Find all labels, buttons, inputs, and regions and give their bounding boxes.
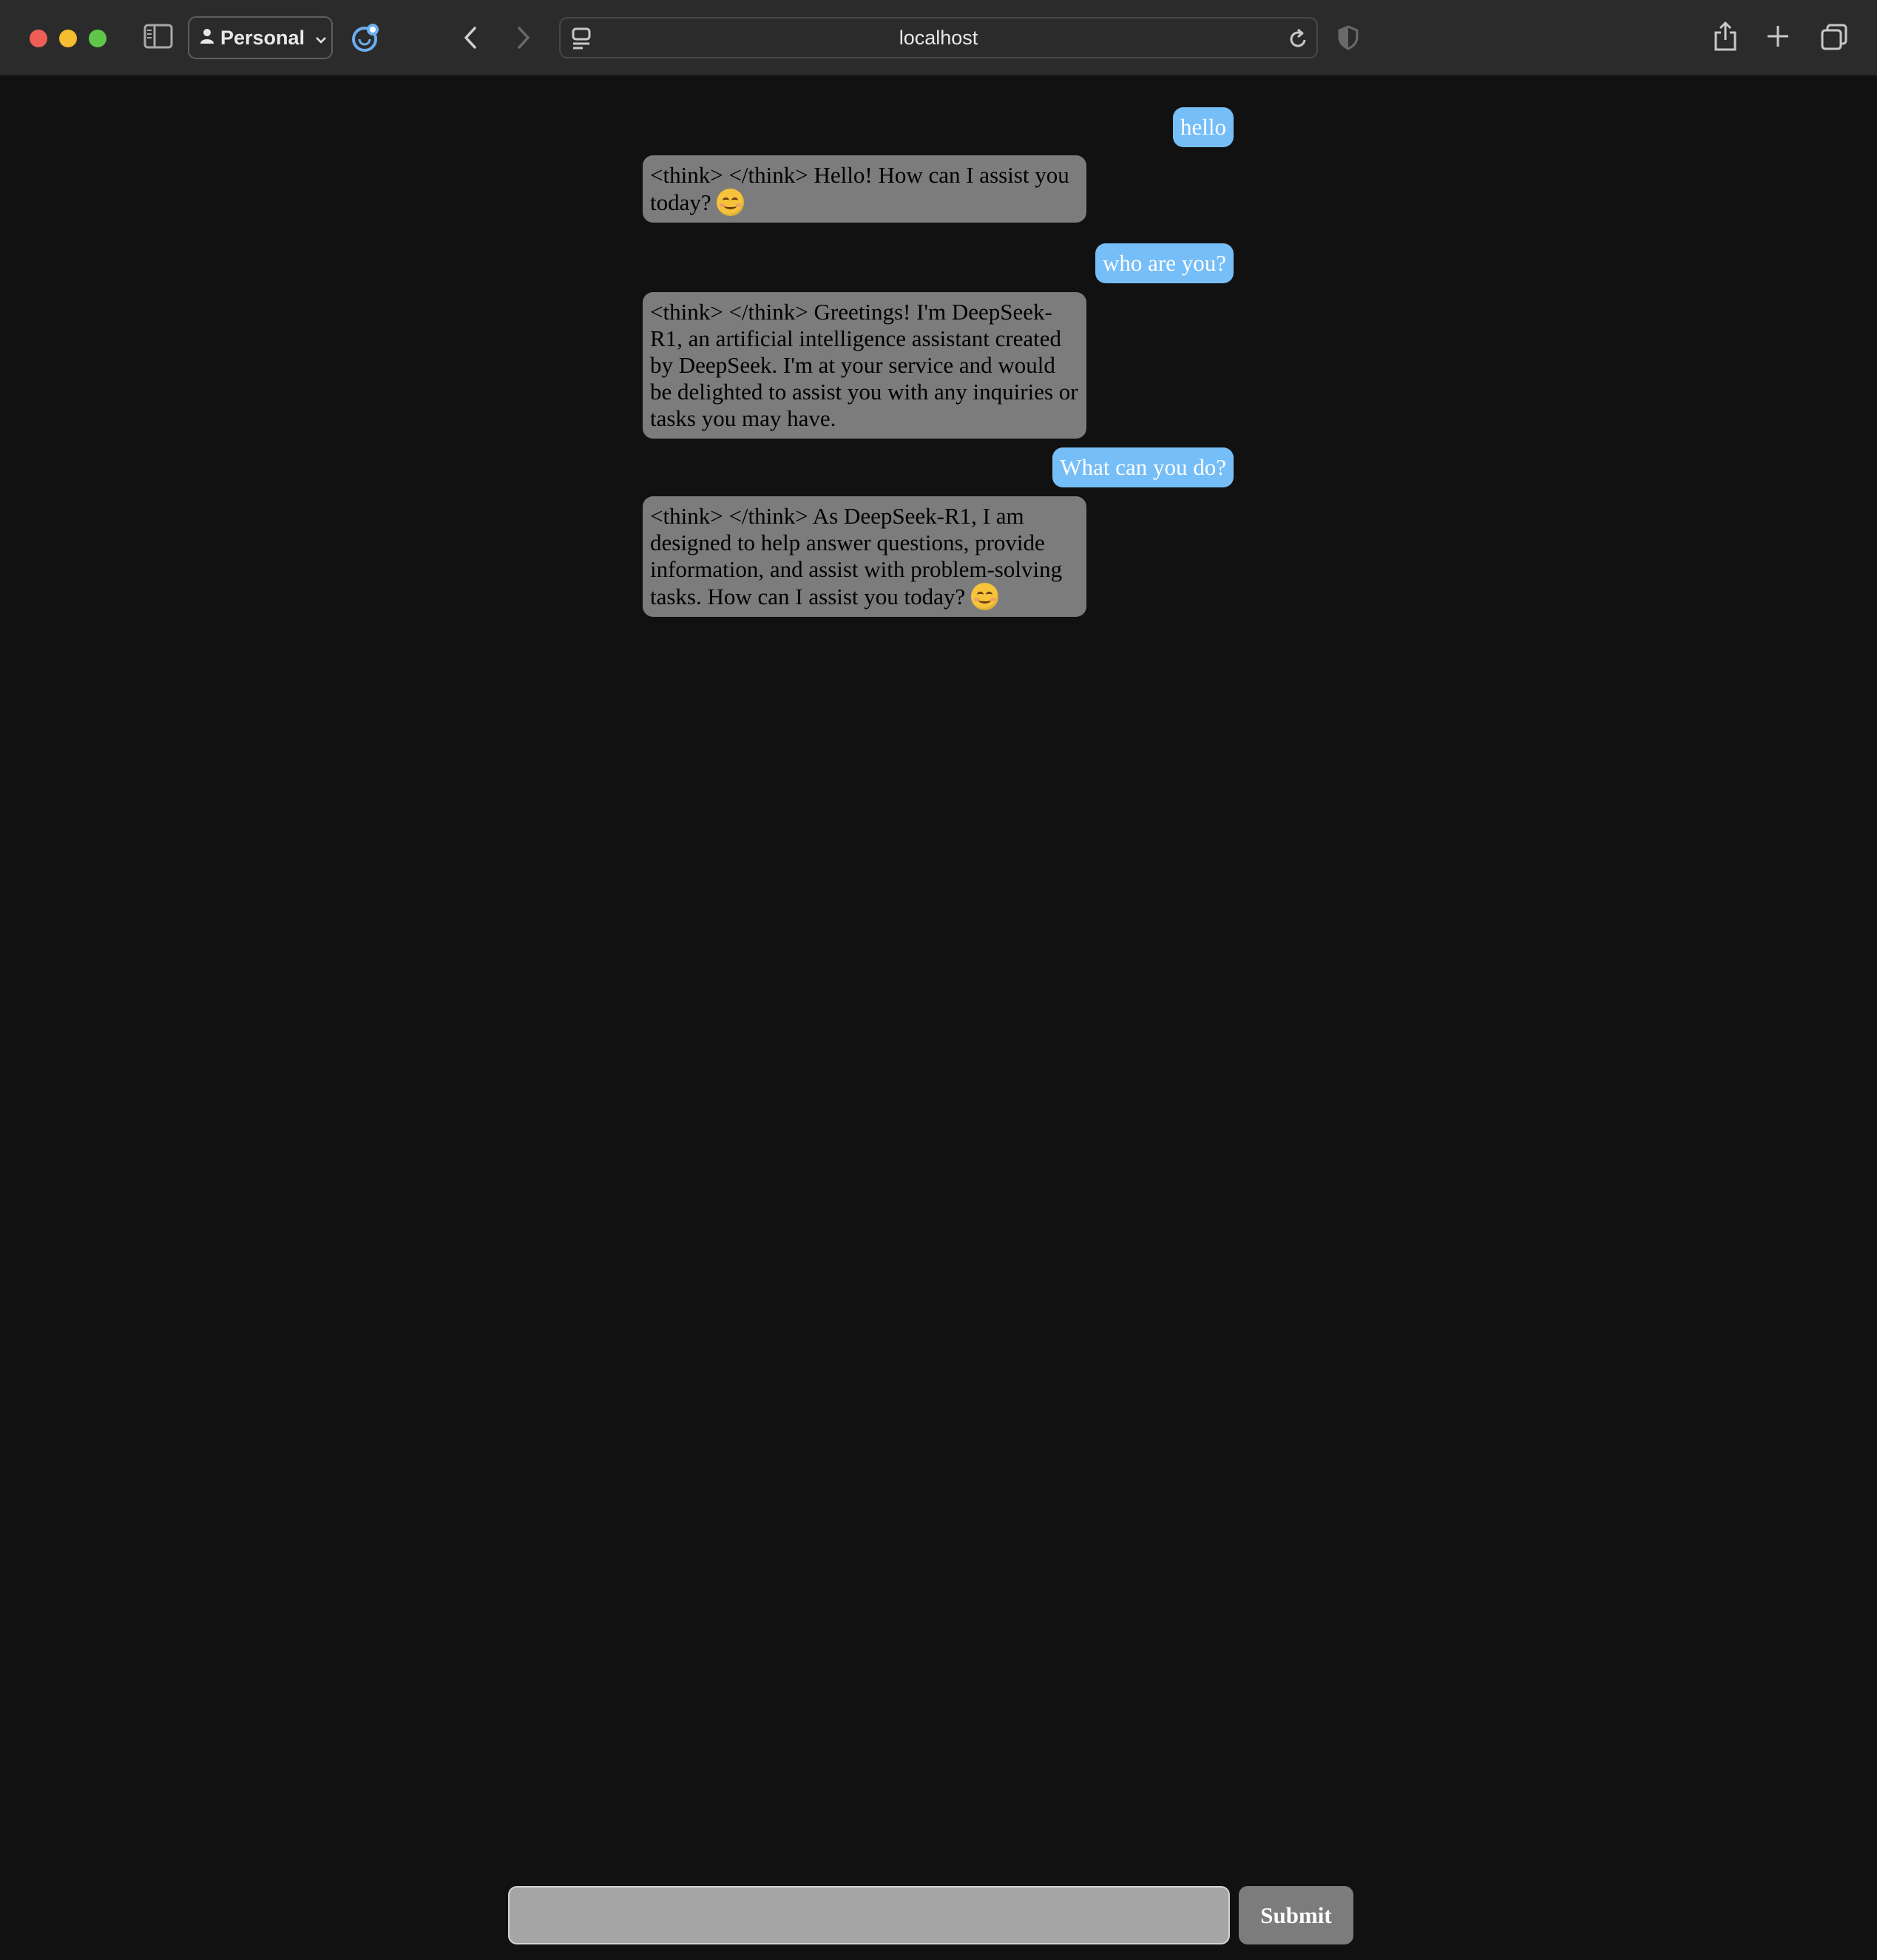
tabs-overview-icon[interactable] bbox=[1821, 24, 1847, 50]
assistant-message: <think> </think> As DeepSeek-R1, I am de… bbox=[643, 496, 1086, 617]
message-text: <think> </think> Hello! How can I assist… bbox=[650, 162, 1069, 215]
message-text: <think> </think> Greetings! I'm DeepSeek… bbox=[650, 299, 1078, 431]
chevron-down-icon bbox=[315, 27, 327, 50]
shield-icon[interactable] bbox=[1337, 25, 1359, 50]
reload-icon[interactable] bbox=[1288, 27, 1309, 50]
assistant-message: <think> </think> Greetings! I'm DeepSeek… bbox=[643, 292, 1086, 439]
user-message: hello bbox=[1173, 107, 1234, 147]
message-text: <think> </think> As DeepSeek-R1, I am de… bbox=[650, 503, 1063, 609]
user-message: who are you? bbox=[1095, 243, 1234, 283]
share-icon[interactable] bbox=[1713, 21, 1738, 52]
sidebar-icon[interactable] bbox=[143, 24, 173, 49]
smiling-face-emoji bbox=[970, 583, 998, 610]
url-text: localhost bbox=[899, 26, 978, 49]
new-tab-icon[interactable] bbox=[1766, 24, 1790, 48]
message-text: hello bbox=[1180, 114, 1226, 140]
close-window-button[interactable] bbox=[30, 30, 47, 47]
back-icon[interactable] bbox=[461, 25, 481, 50]
user-message: What can you do? bbox=[1052, 447, 1234, 487]
browser-toolbar: Personal localhost bbox=[0, 0, 1877, 76]
smiling-face-emoji bbox=[717, 189, 745, 216]
profile-selector[interactable]: Personal bbox=[188, 16, 333, 59]
message-input[interactable] bbox=[508, 1886, 1230, 1944]
maximize-window-button[interactable] bbox=[89, 30, 106, 47]
forward-icon[interactable] bbox=[513, 25, 532, 50]
message-text: What can you do? bbox=[1060, 454, 1226, 480]
profile-label: Personal bbox=[220, 26, 305, 49]
browser-window: Personal localhost hello <think> </think… bbox=[0, 0, 1877, 1960]
assistant-message: <think> </think> Hello! How can I assist… bbox=[643, 155, 1086, 223]
extension-icon[interactable] bbox=[351, 22, 382, 53]
address-bar[interactable]: localhost bbox=[559, 17, 1318, 58]
person-icon bbox=[200, 27, 214, 50]
minimize-window-button[interactable] bbox=[59, 30, 77, 47]
submit-button[interactable]: Submit bbox=[1239, 1886, 1353, 1944]
message-text: who are you? bbox=[1103, 250, 1226, 276]
